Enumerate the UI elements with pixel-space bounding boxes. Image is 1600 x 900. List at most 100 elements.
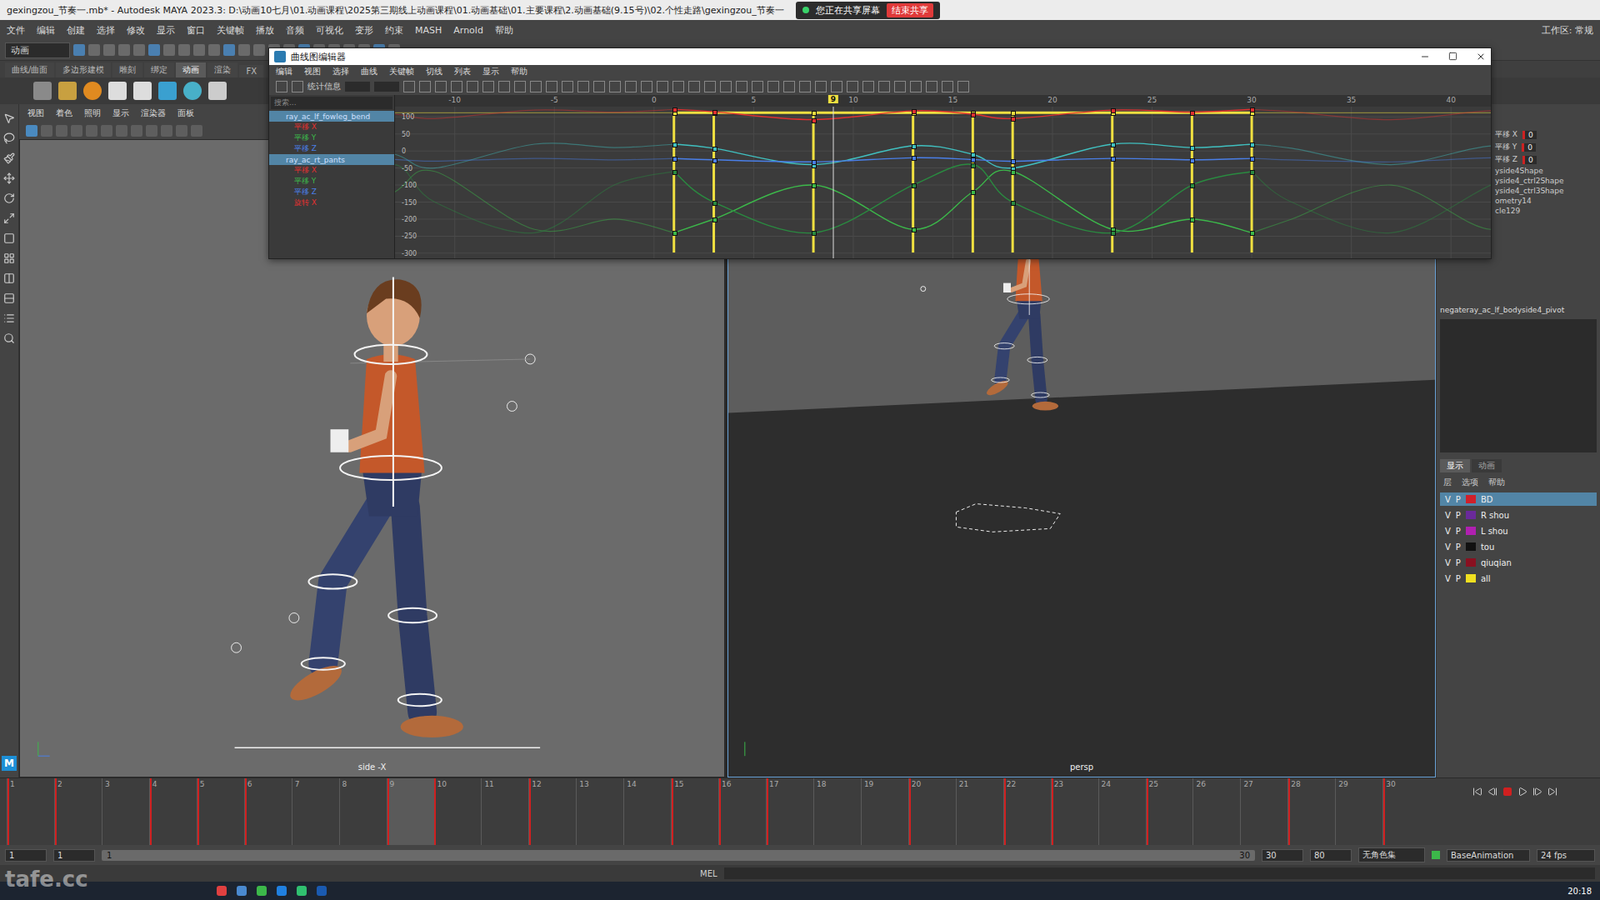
timeline-frame[interactable]: 7 [291, 778, 340, 845]
shelf-tab[interactable]: 渲染 [207, 62, 238, 78]
layer-color[interactable] [1465, 495, 1476, 504]
key-point[interactable] [911, 227, 917, 233]
layer-playback[interactable]: P [1455, 526, 1461, 536]
timeline-frame[interactable]: 22 [1003, 778, 1051, 845]
tool-icon[interactable] [640, 80, 653, 93]
layer-tab[interactable]: 显示 [1440, 459, 1470, 473]
panel-tool-icon[interactable] [55, 125, 68, 137]
shelf-tab[interactable]: 绑定 [144, 62, 175, 78]
panel-tool-icon[interactable] [25, 125, 38, 137]
maximize-icon[interactable] [1448, 51, 1458, 61]
key-point[interactable] [911, 109, 917, 115]
key-point[interactable] [811, 183, 817, 189]
timeline-frame[interactable]: 3 [101, 778, 150, 845]
key-point[interactable] [1110, 108, 1116, 114]
layout-icon[interactable] [3, 332, 15, 345]
panel-tool-icon[interactable] [130, 125, 143, 137]
taskbar-app-icon[interactable] [276, 885, 287, 896]
graph-view[interactable]: -10-505101520253035409100500-50-100-150-… [395, 95, 1491, 259]
tool-icon[interactable] [878, 80, 890, 93]
timeline-frame[interactable]: 2 [54, 778, 102, 845]
layer-visibility[interactable]: V [1445, 558, 1451, 568]
key-point[interactable] [970, 157, 976, 163]
key-point[interactable] [1190, 183, 1195, 189]
key-point[interactable] [1190, 145, 1195, 151]
key-point[interactable] [712, 146, 718, 152]
timeline-frame[interactable]: 11 [480, 778, 529, 845]
channel-row[interactable]: 平移 Z0 [1495, 154, 1597, 165]
tool-icon[interactable] [783, 80, 795, 93]
layer-playback[interactable]: P [1455, 558, 1461, 568]
panel-tool-icon[interactable] [70, 125, 83, 137]
timeline-frame[interactable]: 18 [813, 778, 861, 845]
panel-tool-icon[interactable] [175, 125, 188, 137]
status-tool-icon[interactable] [88, 44, 100, 56]
tool-icon[interactable] [545, 80, 558, 93]
key-point[interactable] [911, 183, 917, 189]
key-point[interactable] [1250, 156, 1255, 162]
panel-tool-icon[interactable] [190, 125, 203, 137]
key-point[interactable] [970, 163, 976, 169]
start-time-field[interactable]: 1 [5, 849, 47, 862]
status-tool-icon[interactable] [73, 44, 85, 56]
key-point[interactable] [1250, 107, 1255, 113]
menu-item[interactable]: 关键帧 [216, 24, 245, 37]
menu-item[interactable]: 可视化 [315, 24, 344, 37]
panel-menu-item[interactable]: 面板 [177, 107, 195, 120]
layer-visibility[interactable]: V [1445, 542, 1451, 552]
shelf-tab[interactable]: 曲线/曲面 [5, 62, 55, 78]
shelf-tab[interactable]: 多边形建模 [55, 62, 111, 78]
tool-icon[interactable] [3, 212, 15, 225]
mode-dropdown[interactable]: 动画 [5, 42, 70, 59]
tool-icon[interactable] [815, 80, 827, 93]
menu-item[interactable]: 选择 [96, 24, 115, 37]
outliner-search[interactable]: 搜索... [270, 96, 393, 110]
outliner-node[interactable]: ray_ac_rt_pants [269, 154, 395, 165]
current-time-marker[interactable]: 9 [828, 95, 839, 104]
shelf-tab[interactable]: 雕刻 [112, 62, 143, 78]
timeline-frame[interactable]: 14 [623, 778, 671, 845]
tool-icon[interactable] [450, 80, 463, 93]
channel-value[interactable]: 0 [1521, 143, 1536, 152]
outliner-channel[interactable]: 平移 X [269, 121, 395, 133]
graph-menu-item[interactable]: 切线 [425, 65, 443, 78]
key-point[interactable] [712, 110, 718, 115]
key-point[interactable] [672, 156, 678, 162]
status-tool-icon[interactable] [178, 44, 190, 56]
fps-dropdown[interactable]: 24 fps [1536, 849, 1595, 862]
timeline-frame[interactable]: 4 [149, 778, 197, 845]
range-slider[interactable]: 130 [101, 850, 1255, 861]
graph-menu-item[interactable]: 帮助 [510, 65, 528, 78]
key-point[interactable] [672, 142, 678, 148]
graph-menu-item[interactable]: 列表 [454, 65, 471, 78]
menu-item[interactable]: 文件 [6, 24, 25, 37]
taskbar-app-icon[interactable] [256, 885, 267, 896]
tool-icon[interactable] [862, 80, 875, 93]
menu-item[interactable]: 帮助 [495, 24, 514, 37]
channel-row[interactable]: 平移 Y0 [1495, 141, 1597, 153]
graph-menu-item[interactable]: 曲线 [360, 65, 378, 78]
timeline-frame[interactable]: 17 [765, 778, 814, 845]
shelf-tool-icon[interactable] [83, 81, 102, 100]
tool-icon[interactable] [498, 80, 510, 93]
timeline-frame[interactable]: 23 [1050, 778, 1099, 845]
layout-icon[interactable] [3, 312, 15, 325]
key-point[interactable] [1250, 170, 1255, 175]
key-point[interactable] [1010, 170, 1016, 175]
timeline-frame[interactable]: 29 [1335, 778, 1383, 845]
key-point[interactable] [1010, 159, 1016, 165]
tool-icon[interactable] [3, 232, 15, 245]
key-point[interactable] [1110, 142, 1116, 148]
layer-tab[interactable]: 动画 [1471, 459, 1502, 473]
panel-menu-item[interactable]: 视图 [27, 107, 45, 120]
panel-tool-icon[interactable] [115, 125, 128, 137]
timeline-frame[interactable]: 21 [955, 778, 1004, 845]
playback-start-field[interactable]: 1 [53, 849, 95, 862]
selected-node[interactable]: negateray_ac_lf_bodyside4_pivot [1436, 304, 1600, 316]
end-time-field[interactable]: 80 [1310, 849, 1352, 862]
tool-icon[interactable] [593, 80, 605, 93]
panel-tool-icon[interactable] [145, 125, 158, 137]
layer-row[interactable]: VPL shou [1440, 524, 1597, 538]
status-tool-icon[interactable] [223, 44, 235, 56]
key-point[interactable] [1190, 158, 1195, 164]
